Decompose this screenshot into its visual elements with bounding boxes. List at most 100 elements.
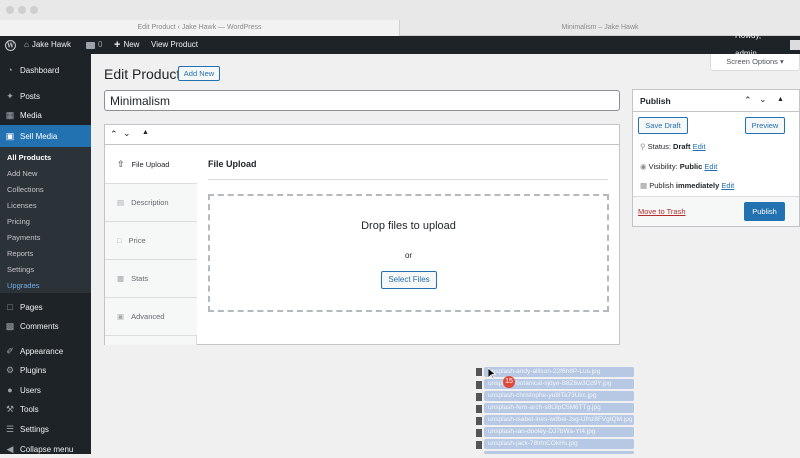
- file-thumbnail: [476, 417, 482, 425]
- chevron-up-icon[interactable]: ⌃: [744, 95, 752, 106]
- screen-options-button[interactable]: Screen Options ▾: [710, 54, 800, 71]
- wrench-icon: ⚒: [5, 403, 15, 414]
- toggle-arrow-icon[interactable]: ▲: [777, 96, 784, 103]
- my-account-link[interactable]: Howdy, admin: [735, 31, 800, 58]
- tab-advanced[interactable]: ▣ Advanced: [105, 298, 197, 336]
- sidebar-item-label: Dashboard: [20, 65, 60, 75]
- tab-file-upload[interactable]: ⇧ File Upload: [105, 146, 197, 184]
- sidebar-item-dashboard[interactable]: ◔ Dashboard: [0, 61, 91, 79]
- chevron-down-icon[interactable]: ⌄: [123, 128, 131, 139]
- tag-icon: □: [117, 236, 122, 245]
- window-close-button[interactable]: [6, 6, 14, 14]
- visibility-label: Visibility:: [648, 162, 678, 171]
- cursor-arrow-icon: [488, 368, 496, 380]
- sidebar-item-appearance[interactable]: ✐ Appearance: [0, 342, 91, 360]
- submenu-upgrades[interactable]: Upgrades: [7, 281, 40, 290]
- dragged-file: unsplash-ian-dooley-DJ7bWa-Yt4.jpg: [484, 427, 634, 437]
- triangle-down-icon: ▾: [780, 57, 784, 66]
- save-draft-button[interactable]: Save Draft: [638, 117, 688, 134]
- sidebar-item-tools[interactable]: ⚒ Tools: [0, 400, 91, 418]
- visibility-edit-link[interactable]: Edit: [704, 162, 717, 171]
- tab-price[interactable]: □ Price: [105, 222, 197, 260]
- status-row: ⚲ Status: Draft Edit: [640, 142, 706, 151]
- publish-header: Publish ⌃ ⌄ ▲: [633, 90, 799, 112]
- publish-title: Publish: [640, 96, 671, 106]
- sidebar-item-comments[interactable]: ▩ Comments: [0, 317, 91, 335]
- file-thumbnail: [476, 441, 482, 449]
- schedule-row: ▦ Publish immediately Edit: [640, 181, 734, 190]
- submenu-all-products[interactable]: All Products: [7, 153, 51, 162]
- tab-label: Description: [131, 198, 169, 207]
- move-to-trash-link[interactable]: Move to Trash: [638, 207, 686, 216]
- screen-options-label: Screen Options: [726, 57, 778, 66]
- tab-description[interactable]: ▤ Description: [105, 184, 197, 222]
- submenu-payments[interactable]: Payments: [7, 233, 40, 242]
- collapse-menu-button[interactable]: ◀ Collapse menu: [0, 440, 91, 458]
- site-name-link[interactable]: ⌂ Jake Hawk: [24, 36, 71, 54]
- gear-icon: ▣: [117, 312, 125, 321]
- sidebar-item-settings[interactable]: ☰ Settings: [0, 420, 91, 438]
- submenu-collections[interactable]: Collections: [7, 185, 44, 194]
- dragged-file: unsplash-isabel-ines-wdbei-Jsg-Ufnz8FVgt…: [484, 415, 634, 425]
- sidebar-item-sell-media[interactable]: ▣ Sell Media: [0, 125, 91, 147]
- submenu-licenses[interactable]: Licenses: [7, 201, 37, 210]
- sidebar-item-plugins[interactable]: ⚙ Plugins: [0, 361, 91, 379]
- admin-bar: W ⌂ Jake Hawk 0 + New View Product Howdy…: [0, 31, 800, 58]
- or-text: or: [404, 251, 413, 260]
- new-content-link[interactable]: + New: [114, 36, 139, 54]
- sidebar-item-label: Posts: [20, 91, 41, 101]
- submenu-settings[interactable]: Settings: [7, 265, 34, 274]
- preview-button[interactable]: Preview: [745, 117, 785, 134]
- status-edit-link[interactable]: Edit: [693, 142, 706, 151]
- sidebar-item-users[interactable]: ● Users: [0, 381, 91, 399]
- schedule-edit-link[interactable]: Edit: [721, 181, 734, 190]
- publish-button[interactable]: Publish: [744, 202, 785, 221]
- collapse-icon: ◀: [6, 443, 14, 454]
- drop-zone[interactable]: Drop files to upload or Select Files: [208, 194, 609, 312]
- sidebar-item-posts[interactable]: ✦ Posts: [0, 87, 91, 105]
- user-icon: ●: [7, 385, 13, 395]
- window-minimize-button[interactable]: [18, 6, 26, 14]
- sidebar-item-pages[interactable]: □ Pages: [0, 298, 91, 316]
- visibility-value: Public: [679, 162, 703, 171]
- document-icon: ▤: [117, 198, 125, 207]
- add-new-button[interactable]: Add New: [178, 66, 220, 81]
- drop-text: Drop files to upload: [361, 220, 456, 232]
- comments-link[interactable]: 0: [86, 36, 102, 54]
- file-thumbnail: [476, 429, 482, 437]
- window-zoom-button[interactable]: [30, 6, 38, 14]
- publish-metabox: Publish ⌃ ⌄ ▲ Save Draft Preview ⚲ Statu…: [632, 89, 800, 227]
- sidebar-item-label: Tools: [20, 404, 39, 414]
- settings-icon: ☰: [5, 423, 15, 434]
- avatar: [790, 40, 800, 50]
- section-title: File Upload: [208, 159, 257, 169]
- toggle-arrow-icon[interactable]: ▲: [142, 129, 149, 136]
- tab-stats[interactable]: ▩ Stats: [105, 260, 197, 298]
- tab-title: Minimalism – Jake Hawk: [561, 24, 639, 31]
- save-draft-label: Save Draft: [645, 121, 681, 130]
- submenu-pricing[interactable]: Pricing: [7, 217, 30, 226]
- post-title-input[interactable]: Minimalism: [104, 90, 620, 111]
- view-product-link[interactable]: View Product: [151, 36, 198, 54]
- submenu-add-new[interactable]: Add New: [7, 169, 37, 178]
- home-icon: ⌂: [24, 40, 29, 49]
- plus-icon: +: [114, 39, 121, 51]
- preview-label: Preview: [751, 121, 779, 130]
- drag-count-badge: 15: [503, 376, 515, 388]
- submenu-reports[interactable]: Reports: [7, 249, 33, 258]
- browser-tab-edit-product[interactable]: Edit Product ‹ Jake Hawk — WordPress: [0, 20, 400, 36]
- dragged-file: unsplash-jack-78lrtnCOkHs.jpg: [484, 439, 634, 449]
- visibility-row: ◉ Visibility: Public Edit: [640, 162, 717, 171]
- comments-count: 0: [98, 40, 103, 49]
- publish-label: Publish: [649, 181, 674, 190]
- file-thumbnail: [476, 381, 482, 389]
- site-name: Jake Hawk: [31, 40, 71, 49]
- sidebar-item-label: Plugins: [20, 365, 47, 375]
- chevron-up-icon[interactable]: ⌃: [110, 129, 118, 140]
- wordpress-logo[interactable]: W: [5, 36, 16, 54]
- chevron-down-icon[interactable]: ⌄: [759, 94, 767, 105]
- browser-chrome: Edit Product ‹ Jake Hawk — WordPress Min…: [0, 0, 800, 36]
- sidebar-item-media[interactable]: ▦ Media: [0, 106, 91, 124]
- select-files-button[interactable]: Select Files: [381, 271, 437, 289]
- file-thumbnail: [476, 368, 482, 376]
